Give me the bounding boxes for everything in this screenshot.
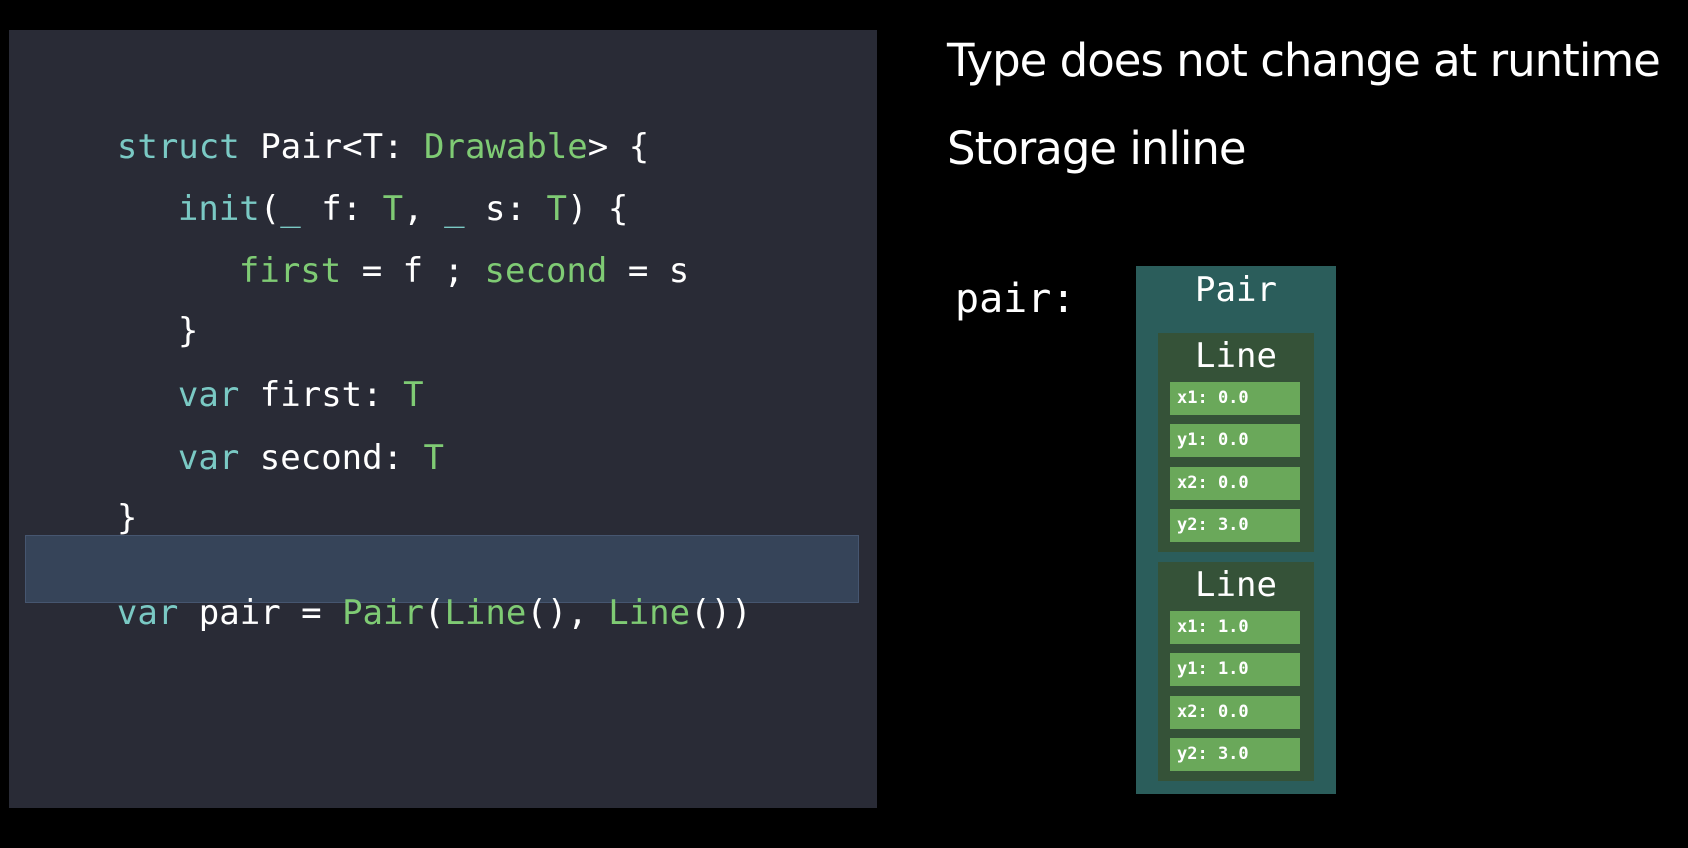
heading-type-runtime: Type does not change at runtime [947, 34, 1661, 87]
code-line-var-second: var second: T [96, 392, 444, 478]
field-y1: y1: 0.0 [1170, 424, 1300, 457]
code-line-var-first: var first: T [96, 329, 424, 415]
field-x2: x2: 0.0 [1170, 467, 1300, 500]
code-line-close-init: } [96, 265, 198, 351]
variable-label: pair: [955, 276, 1076, 322]
code-token: second: [239, 438, 424, 478]
code-token: ( [423, 593, 445, 633]
code-token: T [423, 438, 445, 478]
code-token: var [116, 593, 179, 633]
code-token: var [177, 438, 240, 478]
code-line-init: init(_ f: T, _ s: T) { [96, 143, 628, 229]
pair-box: Pair Line x1: 0.0 y1: 0.0 x2: 0.0 y2: 3.… [1136, 266, 1336, 794]
field-y1: y1: 1.0 [1170, 653, 1300, 686]
line-box-first: Line x1: 0.0 y1: 0.0 x2: 0.0 y2: 3.0 [1158, 333, 1314, 552]
code-line-close-struct: } [35, 452, 137, 538]
field-x1: x1: 0.0 [1170, 382, 1300, 415]
line-title: Line [1195, 565, 1277, 605]
code-token: ()) [690, 593, 752, 633]
line-box-second: Line x1: 1.0 y1: 1.0 x2: 0.0 y2: 3.0 [1158, 562, 1314, 781]
code-token: } [116, 498, 138, 538]
code-token: pair = [178, 593, 343, 633]
code-token: Pair [342, 593, 424, 633]
field-x2: x2: 0.0 [1170, 696, 1300, 729]
line-title: Line [1195, 336, 1277, 376]
code-token: first [238, 251, 342, 291]
heading-storage-inline: Storage inline [947, 122, 1247, 175]
code-token: second [484, 251, 608, 291]
code-line-var-pair: var pair = Pair(Line(), Line()) [35, 547, 752, 633]
code-line-struct: struct Pair<T: Drawable> { [35, 81, 649, 167]
code-token: = s [607, 251, 690, 291]
code-line-assign: first = f ; second = s [157, 205, 689, 291]
code-panel: struct Pair<T: Drawable> { init(_ f: T, … [9, 30, 877, 808]
code-token: Line [444, 593, 527, 633]
code-token: = f ; [341, 251, 485, 291]
field-y2: y2: 3.0 [1170, 509, 1300, 542]
code-token: Line [608, 593, 691, 633]
pair-title: Pair [1195, 270, 1277, 310]
code-token: (), [526, 593, 609, 633]
field-x1: x1: 1.0 [1170, 611, 1300, 644]
field-y2: y2: 3.0 [1170, 738, 1300, 771]
